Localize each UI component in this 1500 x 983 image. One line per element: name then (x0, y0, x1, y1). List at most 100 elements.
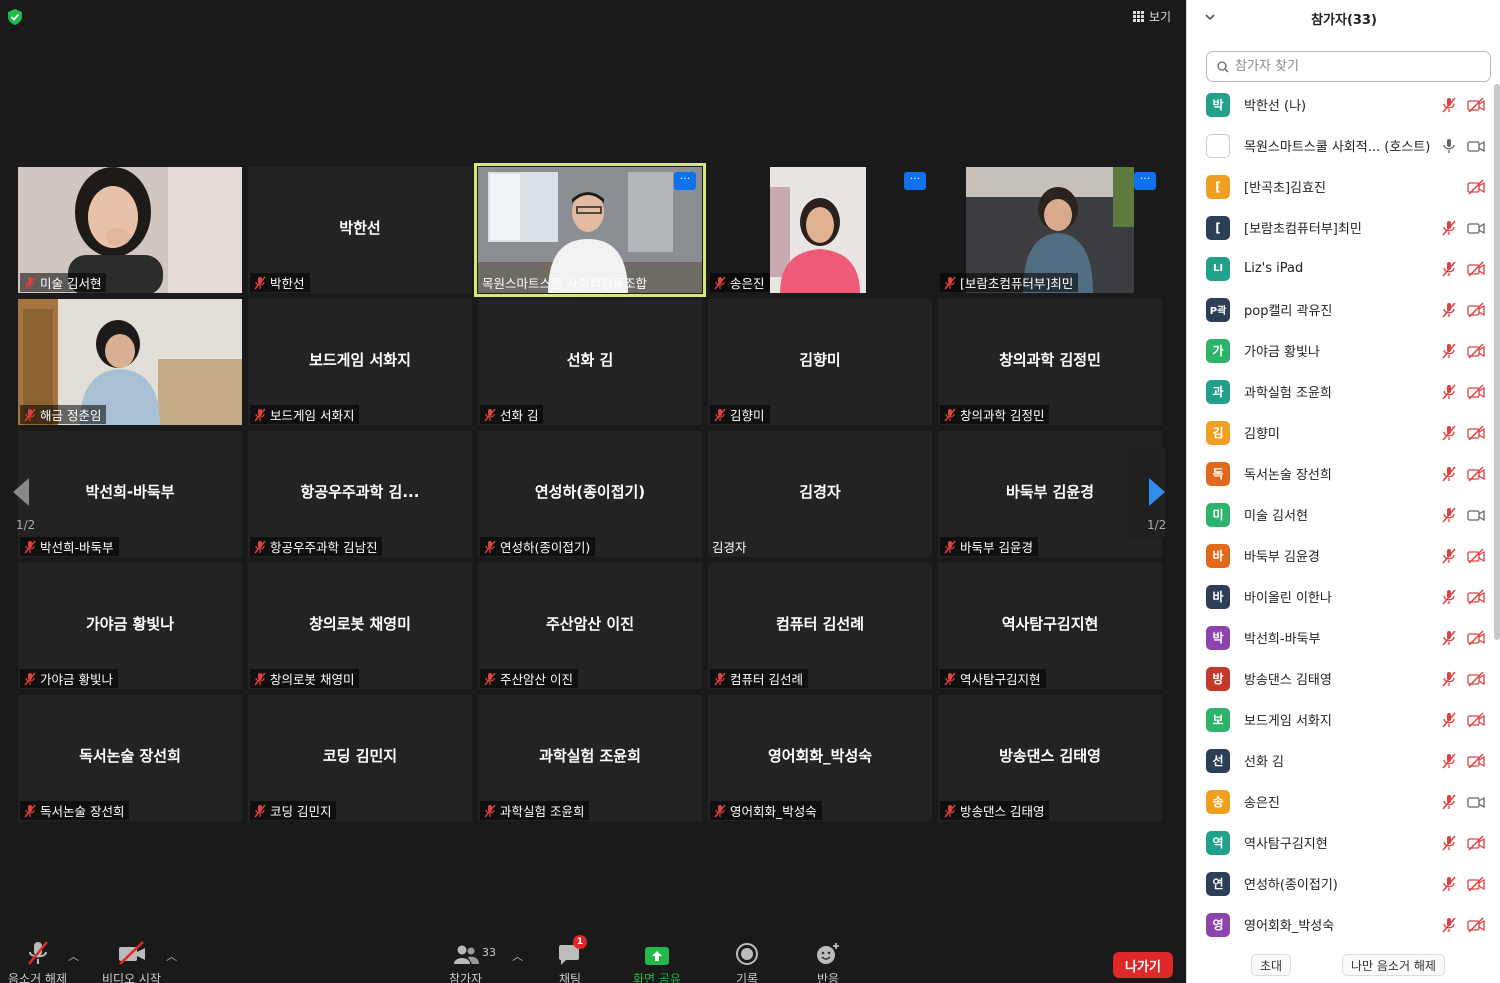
video-tile[interactable]: 미술 김서현 (18, 167, 242, 293)
camera-off-icon[interactable] (1467, 670, 1485, 687)
mic-muted-icon[interactable] (1440, 548, 1458, 564)
camera-off-icon[interactable] (1467, 547, 1485, 564)
mic-muted-icon[interactable] (1440, 302, 1458, 318)
camera-on-icon[interactable] (1467, 220, 1485, 236)
video-tile[interactable]: 컴퓨터 김선례 컴퓨터 김선례 (708, 563, 932, 689)
unmute-button[interactable]: 음소거 해제 (8, 938, 67, 983)
mic-muted-icon[interactable] (1440, 425, 1458, 441)
camera-off-icon[interactable] (1467, 875, 1485, 892)
mic-muted-icon[interactable] (1440, 466, 1458, 482)
video-tile[interactable]: 목원스마트스쿨 사회적협동조합 ··· (474, 163, 706, 297)
participant-row[interactable]: 영 영어회화_박성숙 (1187, 904, 1493, 940)
video-tile[interactable]: 주산암산 이진 주산암산 이진 (478, 563, 702, 689)
view-button[interactable]: 보기 (1127, 4, 1177, 28)
mic-muted-icon[interactable] (1440, 507, 1458, 523)
tile-more-options-button[interactable]: ··· (1134, 172, 1156, 190)
camera-off-icon[interactable] (1467, 916, 1485, 933)
camera-off-icon[interactable] (1467, 342, 1485, 359)
invite-button[interactable]: 초대 (1251, 954, 1292, 976)
camera-on-icon[interactable] (1467, 507, 1485, 523)
chat-button[interactable]: 1 채팅 (557, 935, 587, 983)
leave-button[interactable]: 나가기 (1113, 952, 1173, 978)
video-tile[interactable]: 연성하(종이접기) 연성하(종이접기) (478, 431, 702, 557)
tile-more-options-button[interactable]: ··· (904, 172, 926, 190)
camera-off-icon[interactable] (1467, 383, 1485, 400)
participant-row[interactable]: [[반곡초]김효진 (1187, 166, 1493, 207)
video-tile[interactable]: 김경자 김경자 (708, 431, 932, 557)
video-tile[interactable]: 역사탐구김지현 역사탐구김지현 (938, 563, 1162, 689)
mic-muted-icon[interactable] (1440, 753, 1458, 769)
video-tile[interactable]: 창의과학 김정민 창의과학 김정민 (938, 299, 1162, 425)
tile-more-options-button[interactable]: ··· (674, 172, 696, 190)
participant-row[interactable]: 바 바이올린 이한나 (1187, 576, 1493, 617)
camera-off-icon[interactable] (1467, 752, 1485, 769)
mic-muted-icon[interactable] (1440, 794, 1458, 810)
video-tile[interactable]: 방송댄스 김태영 방송댄스 김태영 (938, 695, 1162, 821)
participant-row[interactable]: 목원스마트스쿨 사회적... (호스트) (1187, 125, 1493, 166)
video-tile[interactable]: 김향미 김향미 (708, 299, 932, 425)
participant-row[interactable]: 선 선화 김 (1187, 740, 1493, 781)
participant-row[interactable]: 역 역사탐구김지현 (1187, 822, 1493, 863)
participant-row[interactable]: LI Liz's iPad (1187, 248, 1493, 289)
mic-muted-icon[interactable] (1440, 835, 1458, 851)
camera-off-icon[interactable] (1467, 629, 1485, 646)
participant-row[interactable]: 박 박선희-바둑부 (1187, 617, 1493, 658)
video-tile[interactable]: 해금 정춘임 (18, 299, 242, 425)
participant-row[interactable]: 연 연성하(종이접기) (1187, 863, 1493, 904)
camera-off-icon[interactable] (1467, 711, 1485, 728)
camera-off-icon[interactable] (1467, 834, 1485, 851)
camera-off-icon[interactable] (1467, 260, 1485, 277)
video-tile[interactable]: 박한선 박한선 (248, 167, 472, 293)
mic-muted-icon[interactable] (1440, 589, 1458, 605)
video-tile[interactable]: 선화 김 선화 김 (478, 299, 702, 425)
share-screen-button[interactable]: 화면 공유 (633, 938, 681, 983)
mic-muted-icon[interactable] (1440, 220, 1458, 236)
video-tile[interactable]: 항공우주과학 김... 항공우주과학 김남진 (248, 431, 472, 557)
participant-search-input[interactable] (1235, 59, 1475, 74)
participant-row[interactable]: 방 방송댄스 김태영 (1187, 658, 1493, 699)
participant-row[interactable]: 보 보드게임 서화지 (1187, 699, 1493, 740)
next-page-button[interactable]: 1/2 (1127, 448, 1166, 538)
mic-muted-icon[interactable] (1440, 712, 1458, 728)
camera-on-icon[interactable] (1467, 138, 1485, 154)
participants-caret-icon[interactable]: ︿ (512, 948, 523, 964)
participant-row[interactable]: 독 독서논술 장선희 (1187, 453, 1493, 494)
mic-muted-icon[interactable] (1440, 384, 1458, 400)
participants-button[interactable]: 33 참가자 (448, 938, 498, 983)
camera-off-icon[interactable] (1467, 96, 1485, 113)
participant-row[interactable]: P곽 pop캘리 곽유진 (1187, 289, 1493, 330)
video-tile[interactable]: [보람초컴퓨터부]최민 ··· (938, 167, 1162, 293)
video-tile[interactable]: 창의로봇 채영미 창의로봇 채영미 (248, 563, 472, 689)
video-options-caret-icon[interactable]: ︿ (166, 948, 177, 964)
video-tile[interactable]: 과학실험 조윤희 과학실험 조윤희 (478, 695, 702, 821)
record-button[interactable]: 기록 (735, 938, 759, 983)
camera-off-icon[interactable] (1467, 178, 1485, 195)
camera-off-icon[interactable] (1467, 301, 1485, 318)
video-tile[interactable]: 송은진 ··· (708, 167, 932, 293)
mic-muted-icon[interactable] (1440, 671, 1458, 687)
camera-off-icon[interactable] (1467, 465, 1485, 482)
mic-muted-icon[interactable] (1440, 261, 1458, 277)
participant-row[interactable]: 미 미술 김서현 (1187, 494, 1493, 535)
video-tile[interactable]: 가야금 황빛나 가야금 황빛나 (18, 563, 242, 689)
video-tile[interactable]: 코딩 김민지 코딩 김민지 (248, 695, 472, 821)
participant-row[interactable]: [[보람초컴퓨터부]최민 (1187, 207, 1493, 248)
start-video-button[interactable]: 비디오 시작 (102, 938, 161, 983)
participant-row[interactable]: 송 송은진 (1187, 781, 1493, 822)
mic-muted-icon[interactable] (1440, 917, 1458, 933)
participant-row[interactable]: 박 박한선 (나) (1187, 84, 1493, 125)
mic-muted-icon[interactable] (1440, 343, 1458, 359)
participant-row[interactable]: 바 바둑부 김윤경 (1187, 535, 1493, 576)
audio-options-caret-icon[interactable]: ︿ (68, 948, 79, 964)
mic-muted-icon[interactable] (1440, 630, 1458, 646)
unmute-me-button[interactable]: 나만 음소거 해제 (1342, 954, 1445, 976)
video-tile[interactable]: 박선희-바둑부 박선희-바둑부 (18, 431, 242, 557)
video-tile[interactable]: 독서논술 장선희 독서논술 장선희 (18, 695, 242, 821)
participant-row[interactable]: 김 김향미 (1187, 412, 1493, 453)
video-tile[interactable]: 영어회화_박성숙 영어회화_박성숙 (708, 695, 932, 821)
prev-page-button[interactable]: 1/2 (10, 448, 48, 538)
video-tile[interactable]: 보드게임 서화지 보드게임 서화지 (248, 299, 472, 425)
participant-row[interactable]: 가 가야금 황빛나 (1187, 330, 1493, 371)
mic-muted-icon[interactable] (1440, 97, 1458, 113)
reactions-button[interactable]: 반응 (815, 938, 841, 983)
